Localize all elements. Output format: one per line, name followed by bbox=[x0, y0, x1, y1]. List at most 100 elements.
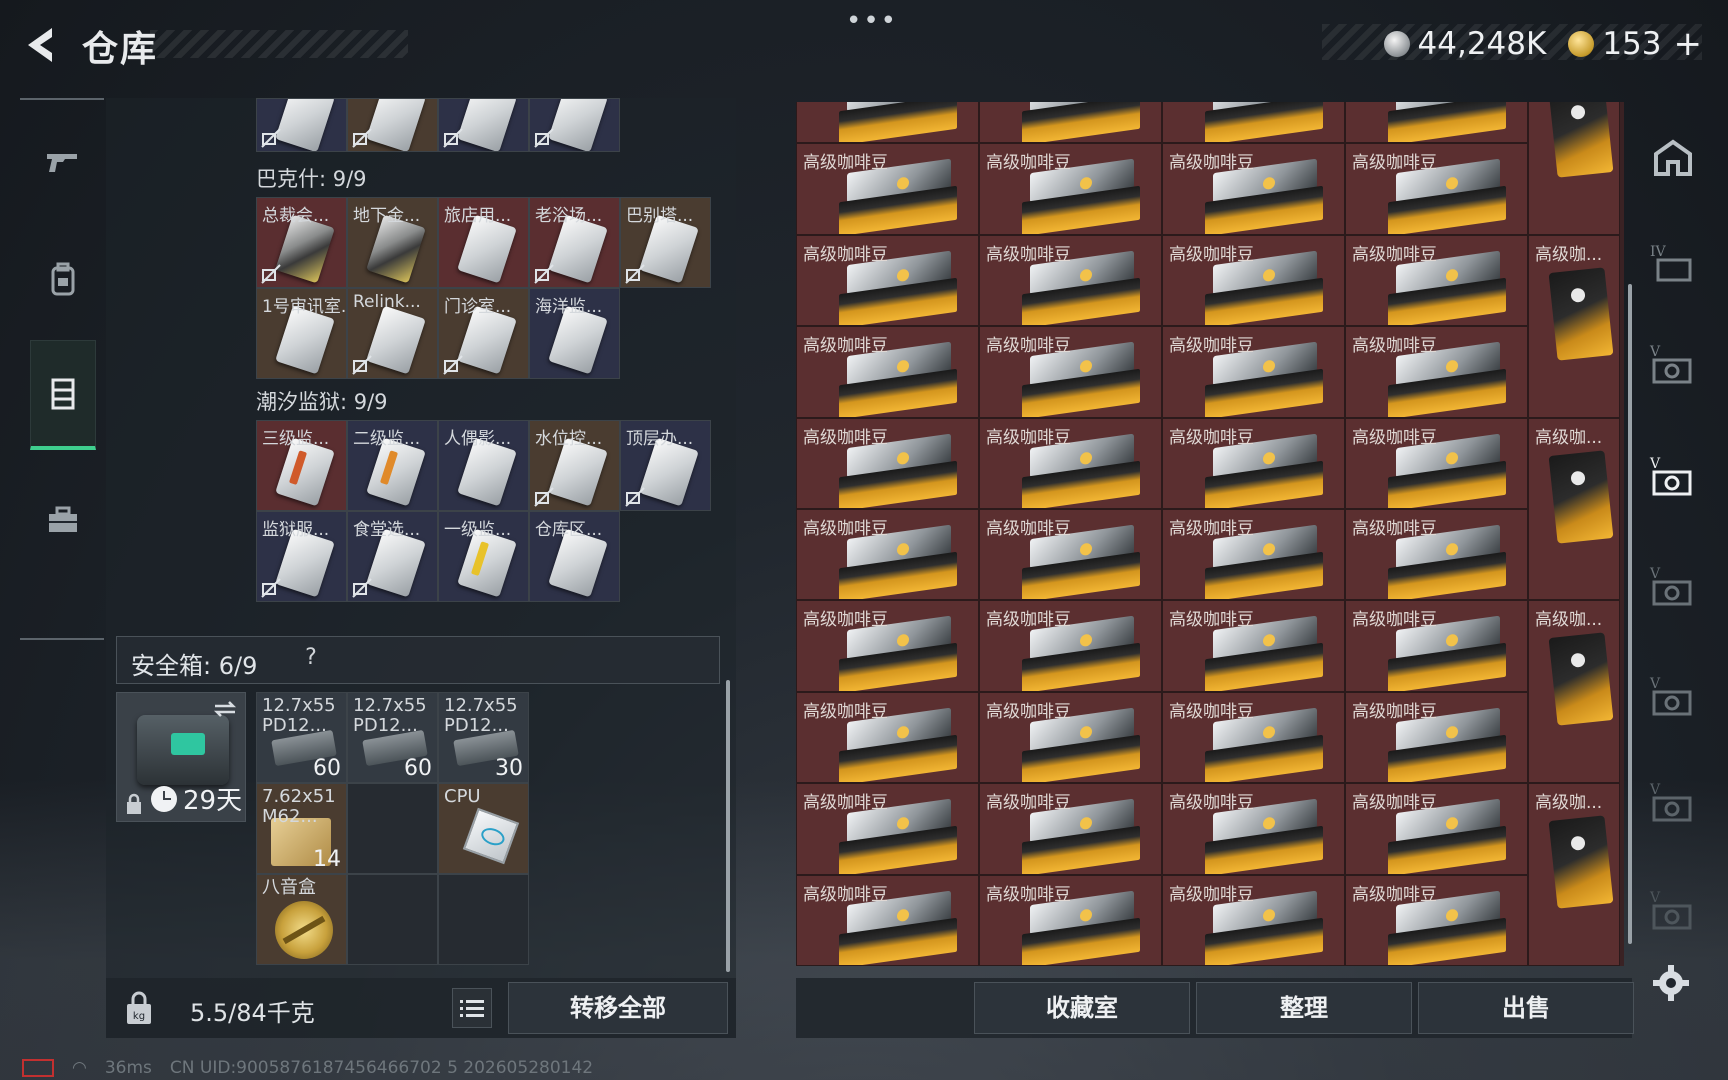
coffee-bean-item[interactable]: 高级咖啡豆 bbox=[1345, 783, 1528, 875]
coffee-bean-item[interactable]: 高级咖啡豆 bbox=[1345, 691, 1528, 784]
top-row-item[interactable] bbox=[347, 98, 438, 152]
coffee-bean-item[interactable] bbox=[1345, 102, 1528, 144]
sell-button[interactable]: 出售 bbox=[1418, 982, 1634, 1034]
coffee-bean-item[interactable]: 高级咖啡豆 bbox=[1162, 691, 1345, 784]
bakeshi-item[interactable]: 老浴场... bbox=[529, 197, 620, 288]
coffee-bean-item[interactable]: 高级咖啡豆 bbox=[796, 417, 979, 509]
tide-prison-item[interactable]: 食堂选... bbox=[347, 511, 438, 602]
coffee-bag-item[interactable]: 高级咖... bbox=[1528, 783, 1620, 966]
tide-prison-item[interactable]: 顶层办... bbox=[620, 420, 711, 511]
nav-item-backpack[interactable] bbox=[30, 240, 96, 320]
coffee-bean-item[interactable]: 高级咖啡豆 bbox=[1345, 417, 1528, 509]
tab-storage-5b[interactable]: V bbox=[1648, 564, 1698, 614]
coffee-bean-item[interactable]: 高级咖啡豆 bbox=[1345, 234, 1528, 327]
tide-prison-item[interactable]: 三级监... bbox=[256, 420, 347, 511]
tide-prison-item[interactable]: 仓库区... bbox=[529, 511, 620, 602]
coffee-bean-item[interactable]: 高级咖啡豆 bbox=[979, 508, 1162, 601]
coffee-bean-item[interactable]: 高级咖啡豆 bbox=[1345, 143, 1528, 235]
nav-item-storage[interactable] bbox=[30, 340, 96, 450]
coffee-bean-item[interactable]: 高级咖啡豆 bbox=[979, 143, 1162, 235]
transfer-all-button[interactable]: 转移全部 bbox=[508, 982, 728, 1034]
tab-storage-5e[interactable]: V bbox=[1648, 888, 1698, 938]
safe-item[interactable]: 12.7x55 PD12... 60 bbox=[347, 692, 438, 783]
coffee-bean-item[interactable]: 高级咖啡豆 bbox=[796, 143, 979, 235]
coffee-bean-item[interactable]: 高级咖啡豆 bbox=[1162, 234, 1345, 327]
bakeshi-item[interactable]: 总裁会... bbox=[256, 197, 347, 288]
coffee-bag-item[interactable]: 高级咖... bbox=[1528, 417, 1620, 601]
weight-icon[interactable]: kg bbox=[124, 990, 154, 1026]
top-row-item[interactable] bbox=[438, 98, 529, 152]
tab-storage-5d[interactable]: V bbox=[1648, 780, 1698, 830]
bakeshi-item[interactable]: 旅店用... bbox=[438, 197, 529, 288]
empty-slot[interactable] bbox=[347, 783, 438, 874]
coffee-bean-item[interactable]: 高级咖啡豆 bbox=[796, 600, 979, 692]
top-row-item[interactable] bbox=[256, 98, 347, 152]
organize-button[interactable]: 整理 bbox=[1196, 982, 1412, 1034]
tide-prison-item[interactable]: 水位控... bbox=[529, 420, 620, 511]
coffee-bag-item[interactable]: 高级咖... bbox=[1528, 600, 1620, 784]
bakeshi-item[interactable]: 门诊室... bbox=[438, 288, 529, 379]
coffee-bean-item[interactable]: 高级咖啡豆 bbox=[1162, 417, 1345, 509]
add-currency-button[interactable]: + bbox=[1674, 24, 1703, 64]
bakeshi-item[interactable]: 海洋监... bbox=[529, 288, 620, 379]
coffee-bean-item[interactable]: 高级咖啡豆 bbox=[796, 783, 979, 875]
coffee-bean-item[interactable]: 高级咖啡豆 bbox=[1162, 600, 1345, 692]
empty-slot[interactable] bbox=[347, 874, 438, 965]
coffee-bean-item[interactable]: 高级咖啡豆 bbox=[796, 326, 979, 418]
coffee-bean-item[interactable] bbox=[1162, 102, 1345, 144]
coffee-bag-item[interactable]: 高级咖... bbox=[1528, 234, 1620, 418]
tab-storage-5-active[interactable]: V bbox=[1648, 454, 1698, 504]
coffee-bean-item[interactable]: 高级咖啡豆 bbox=[979, 783, 1162, 875]
tide-prison-item[interactable]: 人偶影... bbox=[438, 420, 529, 511]
help-button[interactable]: ? bbox=[297, 645, 325, 673]
coffee-bean-item[interactable]: 高级咖啡豆 bbox=[979, 234, 1162, 327]
coffee-bean-item[interactable]: 高级咖啡豆 bbox=[1162, 143, 1345, 235]
coffee-bean-item[interactable]: 高级咖啡豆 bbox=[979, 326, 1162, 418]
coffee-bean-item[interactable]: 高级咖啡豆 bbox=[1345, 600, 1528, 692]
top-row-item[interactable] bbox=[529, 98, 620, 152]
tab-storage-5c[interactable]: V bbox=[1648, 674, 1698, 724]
empty-slot[interactable] bbox=[438, 874, 529, 965]
coffee-bean-item[interactable]: 高级咖啡豆 bbox=[1162, 508, 1345, 601]
collection-room-button[interactable]: 收藏室 bbox=[974, 982, 1190, 1034]
coffee-bean-item[interactable]: 高级咖啡豆 bbox=[796, 691, 979, 784]
coffee-bean-item[interactable]: 高级咖啡豆 bbox=[979, 874, 1162, 966]
safe-item[interactable]: 八音盒 bbox=[256, 874, 347, 965]
safe-box-container[interactable]: 29天 bbox=[116, 692, 246, 822]
nav-item-weapons[interactable] bbox=[30, 122, 96, 202]
tide-prison-item[interactable]: 二级监... bbox=[347, 420, 438, 511]
safe-item[interactable]: CPU bbox=[438, 783, 529, 874]
settings-gear-icon[interactable] bbox=[1650, 962, 1692, 1004]
coffee-bean-item[interactable]: 高级咖啡豆 bbox=[1345, 508, 1528, 601]
coffee-bean-item[interactable]: 高级咖啡豆 bbox=[796, 508, 979, 601]
bakeshi-item[interactable]: 1号审讯室... bbox=[256, 288, 347, 379]
coffee-bean-item[interactable]: 高级咖啡豆 bbox=[1162, 783, 1345, 875]
bakeshi-item[interactable]: 巴别塔... bbox=[620, 197, 711, 288]
back-button[interactable] bbox=[18, 22, 64, 68]
list-view-button[interactable] bbox=[452, 988, 492, 1028]
coffee-bean-item[interactable]: 高级咖啡豆 bbox=[979, 691, 1162, 784]
safe-item[interactable]: 12.7x55 PD12... 30 bbox=[438, 692, 529, 783]
coffee-bean-item[interactable] bbox=[796, 102, 979, 144]
swap-icon[interactable] bbox=[211, 699, 239, 719]
coffee-bean-item[interactable]: 高级咖啡豆 bbox=[796, 874, 979, 966]
coffee-bean-item[interactable]: 高级咖啡豆 bbox=[1345, 874, 1528, 966]
tab-storage-5[interactable]: V bbox=[1648, 342, 1698, 392]
safe-item[interactable]: 7.62x51 M62... 14 bbox=[256, 783, 347, 874]
storage-scrollbar[interactable] bbox=[1628, 284, 1632, 944]
tide-prison-item[interactable]: 一级监... bbox=[438, 511, 529, 602]
tab-storage-4[interactable]: IV bbox=[1648, 240, 1698, 290]
nav-item-toolbox[interactable] bbox=[30, 480, 96, 560]
bakeshi-item[interactable]: 地下金... bbox=[347, 197, 438, 288]
menu-dots-button[interactable]: ••• bbox=[846, 6, 898, 36]
coffee-bean-item[interactable]: 高级咖啡豆 bbox=[979, 600, 1162, 692]
tab-house[interactable] bbox=[1648, 134, 1698, 184]
coffee-bean-item[interactable] bbox=[979, 102, 1162, 144]
coffee-bean-item[interactable]: 高级咖啡豆 bbox=[1162, 326, 1345, 418]
tide-prison-item[interactable]: 监狱服... bbox=[256, 511, 347, 602]
bakeshi-item[interactable]: Relink... bbox=[347, 288, 438, 379]
coffee-bean-item[interactable]: 高级咖啡豆 bbox=[1162, 874, 1345, 966]
coffee-bean-item[interactable]: 高级咖啡豆 bbox=[1345, 326, 1528, 418]
safe-item[interactable]: 12.7x55 PD12... 60 bbox=[256, 692, 347, 783]
coffee-bean-item[interactable]: 高级咖啡豆 bbox=[796, 234, 979, 327]
